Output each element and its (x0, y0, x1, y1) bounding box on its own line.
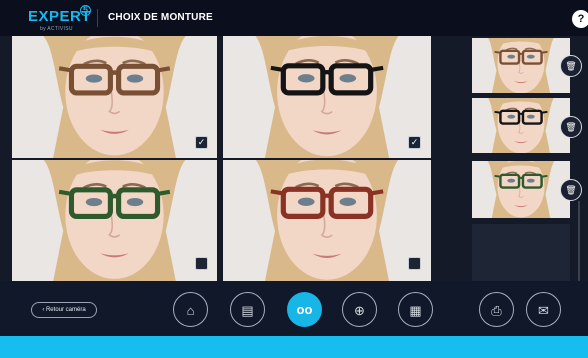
gallery-icon[interactable]: ▦ (398, 292, 433, 327)
print-icon[interactable]: ⎙ (479, 292, 514, 327)
model-face (12, 160, 217, 281)
frame-photo[interactable] (223, 160, 431, 281)
thumbnail[interactable] (472, 98, 570, 153)
frame-photo[interactable] (223, 36, 431, 158)
app: EXPERT 5 by ACTIVISU CHOIX DE MONTURE ? … (0, 0, 588, 358)
header-divider (97, 9, 98, 27)
status-bar (0, 336, 588, 358)
model-face (223, 36, 431, 158)
back-to-camera-button[interactable]: ‹ Retour caméra (31, 302, 97, 318)
model-face (472, 98, 570, 153)
frame-photo[interactable] (12, 160, 217, 281)
model-face (223, 160, 431, 281)
help-button[interactable]: ? (572, 10, 588, 28)
logo-superscript: 5 (80, 5, 91, 16)
compare-icon[interactable]: ⊕ (342, 292, 377, 327)
thumbnail[interactable] (472, 161, 570, 218)
home-icon[interactable]: ⌂ (173, 292, 208, 327)
logo-subtext: by ACTIVISU (40, 26, 73, 32)
glasses-icon[interactable]: oo (287, 292, 322, 327)
email-icon[interactable]: ✉ (526, 292, 561, 327)
select-checkbox[interactable] (408, 257, 421, 270)
thumbnail[interactable] (472, 38, 570, 93)
frame-photo[interactable] (12, 36, 217, 158)
header: EXPERT 5 by ACTIVISU CHOIX DE MONTURE ? (0, 0, 588, 36)
select-checkbox[interactable]: ✓ (408, 136, 421, 149)
empty-thumbnail-slot[interactable] (472, 224, 570, 281)
document-icon[interactable]: ▤ (230, 292, 265, 327)
model-face (12, 36, 217, 158)
trash-icon[interactable]: 🗑 (560, 55, 582, 77)
select-checkbox[interactable] (195, 257, 208, 270)
model-face (472, 38, 570, 93)
model-face (472, 161, 570, 218)
page-title: CHOIX DE MONTURE (108, 12, 213, 23)
trash-icon[interactable]: 🗑 (560, 179, 582, 201)
trash-icon[interactable]: 🗑 (560, 116, 582, 138)
select-checkbox[interactable]: ✓ (195, 136, 208, 149)
